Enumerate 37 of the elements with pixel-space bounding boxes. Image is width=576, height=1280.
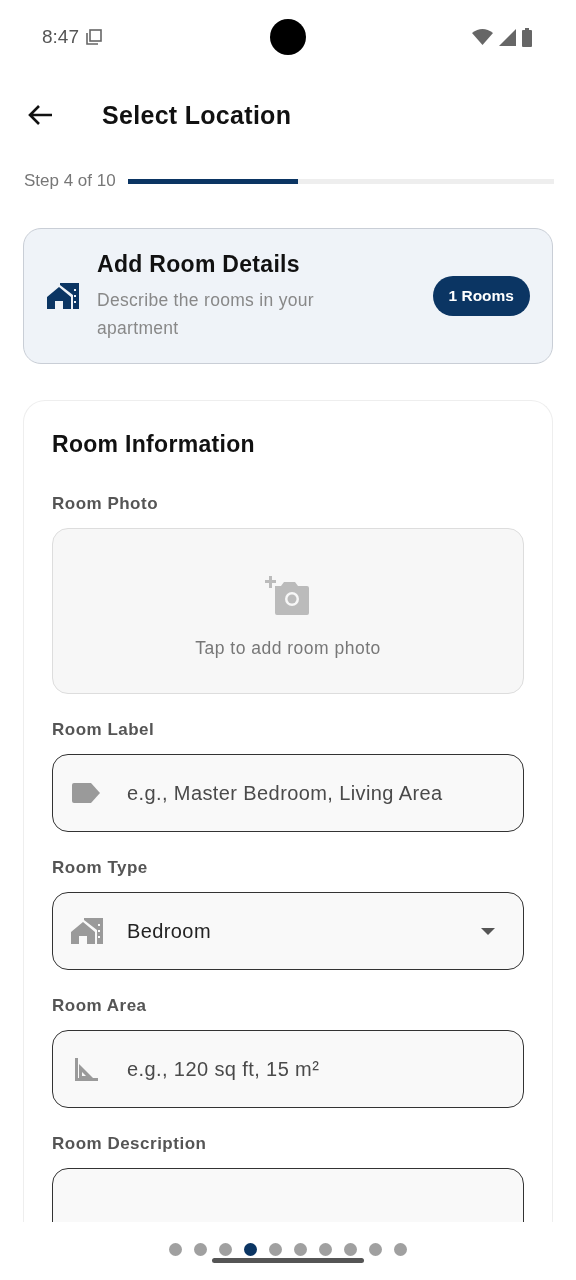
- page-dot[interactable]: [394, 1243, 407, 1256]
- screen-title: Select Location: [102, 100, 292, 130]
- input-field[interactable]: e.g., 120 sq ft, 15 m²: [52, 1030, 524, 1108]
- status-time: 8:47: [42, 26, 79, 48]
- camera-cutout: [270, 19, 306, 55]
- field-label: Room Photo: [52, 494, 160, 514]
- room-type-dropdown[interactable]: Bedroom: [52, 892, 524, 970]
- card-title: Add Room Details: [97, 250, 301, 278]
- page-dot[interactable]: [294, 1243, 307, 1256]
- card-subtitle: Describe the rooms in your apartment: [97, 288, 315, 340]
- page-dot[interactable]: [169, 1243, 182, 1256]
- copy-icon: [85, 28, 103, 46]
- field-label: Room Area: [52, 996, 148, 1016]
- page-dot[interactable]: [369, 1243, 382, 1256]
- wifi-icon: [472, 29, 493, 45]
- page-dot[interactable]: [269, 1243, 282, 1256]
- field-label: Room Label: [52, 720, 156, 740]
- input-field[interactable]: e.g., Master Bedroom, Living Area: [52, 754, 524, 832]
- page-dot[interactable]: [319, 1243, 332, 1256]
- page-dot[interactable]: [244, 1243, 257, 1256]
- battery-icon: [522, 27, 532, 47]
- house-icon: [71, 918, 103, 944]
- back-arrow-icon: [27, 104, 53, 126]
- page-dot[interactable]: [344, 1243, 357, 1256]
- section-title: Room Information: [52, 431, 256, 458]
- add-camera-icon: [265, 575, 311, 616]
- photo-upload-area[interactable]: Tap to add room photo: [52, 528, 524, 694]
- page-dot[interactable]: [219, 1243, 232, 1256]
- tag-icon: [72, 783, 100, 803]
- room-count-badge: 1 Rooms: [432, 276, 530, 316]
- field-label: Room Type: [52, 858, 149, 878]
- field-label: Room Description: [52, 1134, 208, 1154]
- house-icon: [47, 283, 79, 309]
- signal-icon: [499, 28, 516, 46]
- page-dot[interactable]: [194, 1243, 207, 1256]
- dropdown-caret-icon: [481, 927, 495, 935]
- step-label: Step 4 of 10: [24, 171, 116, 191]
